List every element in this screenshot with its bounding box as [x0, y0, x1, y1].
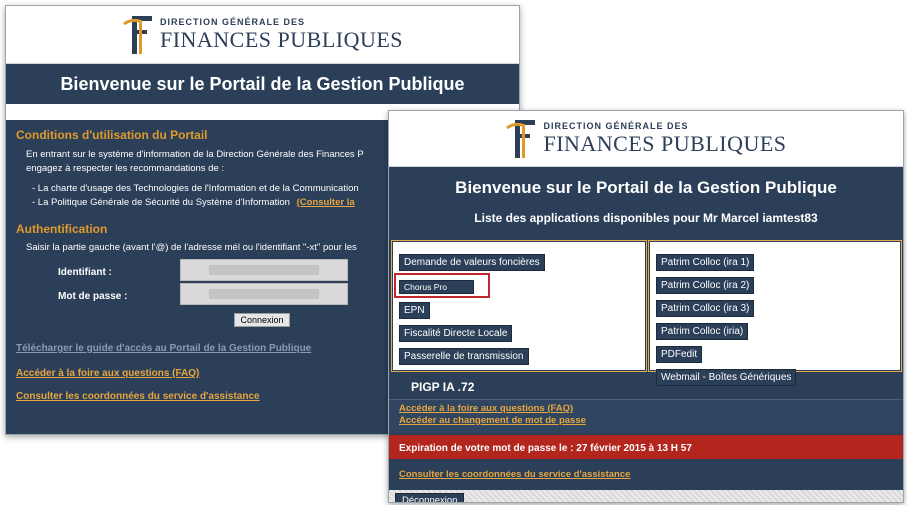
identifiant-field[interactable] — [180, 259, 348, 281]
dgfip-emblem-icon — [506, 119, 536, 158]
apps-heading: Liste des applications disponibles pour … — [474, 211, 818, 225]
app-patrim-colloc-ira2[interactable]: Patrim Colloc (ira 2) — [656, 277, 755, 294]
app-epn[interactable]: EPN — [399, 302, 430, 319]
logo-line2: FINANCES PUBLIQUES — [159, 27, 404, 52]
app-passerelle-transmission[interactable]: Passerelle de transmission — [399, 348, 529, 365]
contact-link-right[interactable]: Consulter les coordonnées du service d'a… — [399, 469, 630, 480]
identifiant-label: Identifiant : — [58, 267, 112, 278]
faq-link-right[interactable]: Accéder à la foire aux questions (FAQ) — [399, 403, 903, 415]
expiration-text: Expiration de votre mot de passe le : 27… — [399, 443, 692, 454]
app-pdfedit[interactable]: PDFedit — [656, 346, 703, 363]
version-label: PIGP IA .72 — [411, 380, 475, 394]
app-patrim-colloc-iria[interactable]: Patrim Colloc (iria) — [656, 323, 749, 340]
dgfip-header: DIRECTION GÉNÉRALE DES FINANCES PUBLIQUE… — [6, 6, 519, 64]
logo-line2: FINANCES PUBLIQUES — [543, 131, 787, 156]
chorus-pro-highlight: Chorus Pro — [394, 273, 490, 298]
logo-line1: DIRECTION GÉNÉRALE DES — [159, 17, 305, 27]
app-chorus-pro[interactable]: Chorus Pro — [399, 280, 474, 294]
links-band: Accéder à la foire aux questions (FAQ) A… — [389, 399, 903, 433]
app-webmail-boites-generiques[interactable]: Webmail - Boîtes Génériques — [656, 369, 797, 386]
app-patrim-colloc-ira3[interactable]: Patrim Colloc (ira 3) — [656, 300, 755, 317]
dgfip-logo: DIRECTION GÉNÉRALE DES FINANCES PUBLIQUE… — [122, 14, 403, 56]
connect-button[interactable]: Connexion — [234, 313, 290, 327]
change-password-link[interactable]: Accéder au changement de mot de passe — [399, 415, 903, 427]
password-field[interactable] — [180, 283, 348, 305]
logout-bar: Déconnexion — [389, 490, 903, 502]
conditions-bullet-2: - La Politique Générale de Sécurité du S… — [32, 197, 290, 208]
dgfip-logo-right: DIRECTION GÉNÉRALE DES FINANCES PUBLIQUE… — [505, 118, 786, 160]
dgfip-emblem-icon — [123, 15, 152, 54]
apps-panel-left: Demande de valeurs foncières Chorus Pro … — [391, 240, 647, 372]
app-patrim-colloc-ira1[interactable]: Patrim Colloc (ira 1) — [656, 254, 755, 271]
portal-window: DIRECTION GÉNÉRALE DES FINANCES PUBLIQUE… — [388, 110, 904, 503]
app-demande-valeurs-foncieres[interactable]: Demande de valeurs foncières — [399, 254, 545, 271]
logo-line1: DIRECTION GÉNÉRALE DES — [543, 121, 689, 131]
consult-policy-link[interactable]: (Consulter la — [297, 197, 355, 208]
apps-panel-right: Patrim Colloc (ira 1) Patrim Colloc (ira… — [648, 240, 902, 386]
password-label: Mot de passe : — [58, 291, 128, 302]
expiration-banner: Expiration de votre mot de passe le : 27… — [389, 435, 903, 459]
page-title: Bienvenue sur le Portail de la Gestion P… — [60, 74, 465, 94]
portal-title: Bienvenue sur le Portail de la Gestion P… — [455, 178, 837, 197]
app-fiscalite-directe-locale[interactable]: Fiscalité Directe Locale — [399, 325, 513, 342]
dgfip-header-right: DIRECTION GÉNÉRALE DES FINANCES PUBLIQUE… — [389, 111, 903, 167]
logout-button[interactable]: Déconnexion — [395, 493, 465, 502]
